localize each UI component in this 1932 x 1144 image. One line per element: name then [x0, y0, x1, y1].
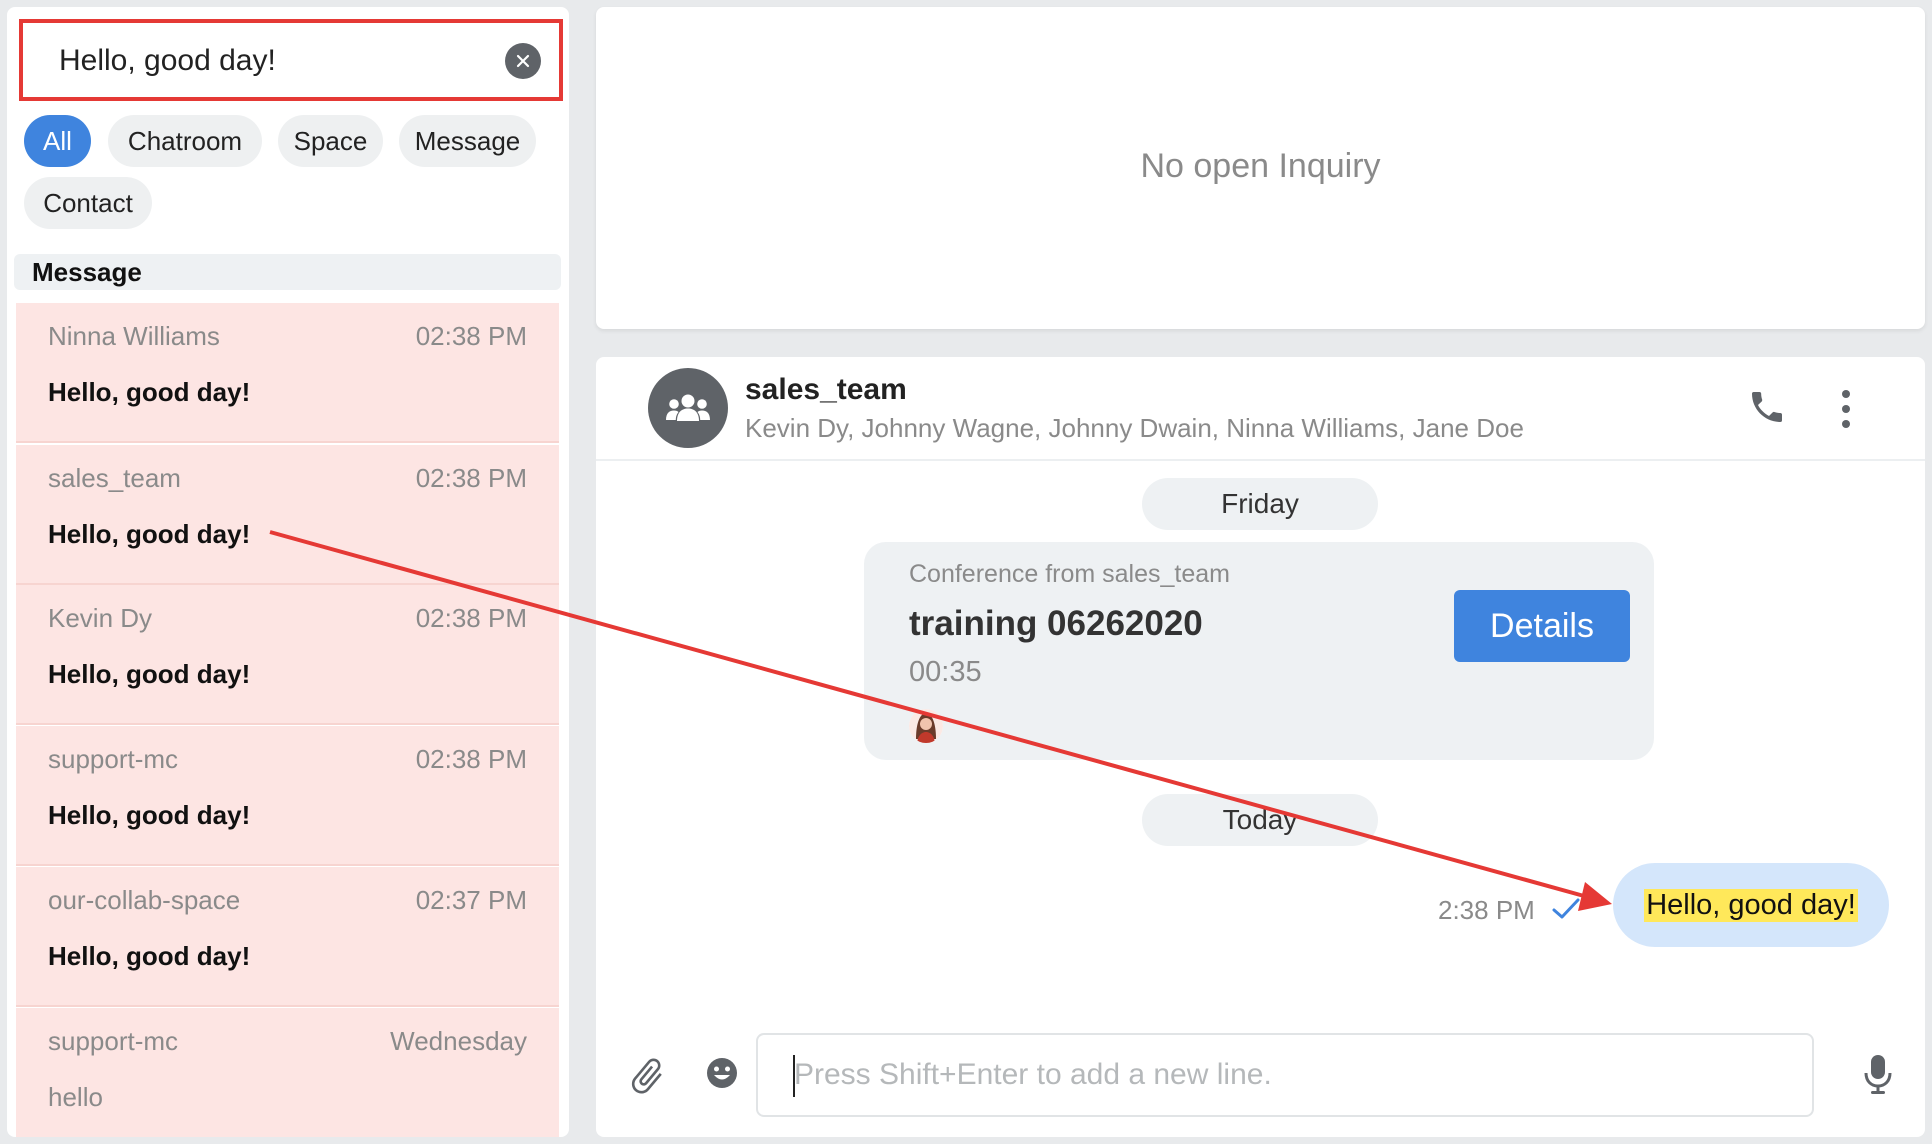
search-box: [19, 19, 563, 101]
conference-duration: 00:35: [909, 656, 982, 688]
chat-title: sales_team: [745, 373, 907, 406]
day-separator-today: Today: [1142, 794, 1378, 846]
chat-members: Kevin Dy, Johnny Wagne, Johnny Dwain, Ni…: [745, 413, 1524, 443]
result-message: hello: [48, 1082, 103, 1112]
microphone-icon[interactable]: [1862, 1053, 1894, 1097]
section-header-message: Message: [14, 254, 561, 290]
result-time: 02:38 PM: [415, 321, 527, 351]
list-item[interactable]: our-collab-space 02:37 PM Hello, good da…: [16, 867, 559, 1007]
empty-inquiry-text: No open Inquiry: [1140, 147, 1381, 185]
result-name: our-collab-space: [48, 885, 241, 915]
search-input[interactable]: [59, 41, 479, 81]
filter-chip-all[interactable]: All: [24, 115, 91, 167]
result-message: Hello, good day!: [48, 941, 251, 971]
result-name: support-mc: [48, 744, 179, 774]
list-item[interactable]: sales_team 02:38 PM Hello, good day!: [16, 445, 559, 585]
list-item[interactable]: Kevin Dy 02:38 PM Hello, good day!: [16, 585, 559, 725]
list-item[interactable]: support-mc Wednesday hello: [16, 1008, 559, 1137]
result-name: Ninna Williams: [48, 321, 220, 351]
result-message: Hello, good day!: [48, 377, 251, 407]
result-message: Hello, good day!: [48, 659, 251, 689]
result-time: Wednesday: [390, 1026, 527, 1056]
group-icon: [648, 368, 728, 448]
chat-header: sales_team Kevin Dy, Johnny Wagne, Johnn…: [596, 357, 1925, 461]
text-caret: [793, 1055, 795, 1097]
result-name: Kevin Dy: [48, 603, 153, 633]
list-item[interactable]: support-mc 02:38 PM Hello, good day!: [16, 726, 559, 866]
result-time: 02:38 PM: [415, 744, 527, 774]
message-composer: [596, 1033, 1925, 1137]
close-icon[interactable]: [505, 43, 541, 79]
phone-icon[interactable]: [1747, 387, 1787, 427]
conference-from: Conference from sales_team: [909, 560, 1230, 588]
conference-title: training 06262020: [909, 604, 1203, 643]
result-message: Hello, good day!: [48, 800, 251, 830]
filter-chip-contact[interactable]: Contact: [24, 177, 152, 229]
conference-card: Conference from sales_team training 0626…: [864, 542, 1654, 760]
chat-panel: sales_team Kevin Dy, Johnny Wagne, Johnn…: [596, 357, 1925, 1137]
search-panel: All Chatroom Space Message Contact Messa…: [7, 7, 569, 1137]
day-separator-friday: Friday: [1142, 478, 1378, 530]
message-bubble[interactable]: Hello, good day!: [1613, 863, 1889, 947]
filter-chip-message[interactable]: Message: [399, 115, 536, 167]
check-icon: [1551, 897, 1581, 921]
details-button[interactable]: Details: [1454, 590, 1630, 662]
filter-chip-space[interactable]: Space: [278, 115, 383, 167]
result-time: 02:38 PM: [415, 463, 527, 493]
avatar: [909, 709, 943, 743]
inquiry-panel: No open Inquiry: [596, 7, 1925, 329]
more-vertical-icon[interactable]: [1834, 387, 1858, 431]
result-name: support-mc: [48, 1026, 179, 1056]
paperclip-icon[interactable]: [626, 1055, 668, 1097]
message-time: 2:38 PM: [1438, 895, 1535, 925]
message-text: Hello, good day!: [1644, 888, 1858, 922]
filter-chip-chatroom[interactable]: Chatroom: [108, 115, 262, 167]
list-item[interactable]: Ninna Williams 02:38 PM Hello, good day!: [16, 303, 559, 443]
result-message: Hello, good day!: [48, 519, 251, 549]
message-input[interactable]: [756, 1033, 1814, 1117]
result-time: 02:38 PM: [415, 603, 527, 633]
emoji-icon[interactable]: [704, 1055, 740, 1091]
result-name: sales_team: [48, 463, 181, 493]
result-time: 02:37 PM: [415, 885, 527, 915]
